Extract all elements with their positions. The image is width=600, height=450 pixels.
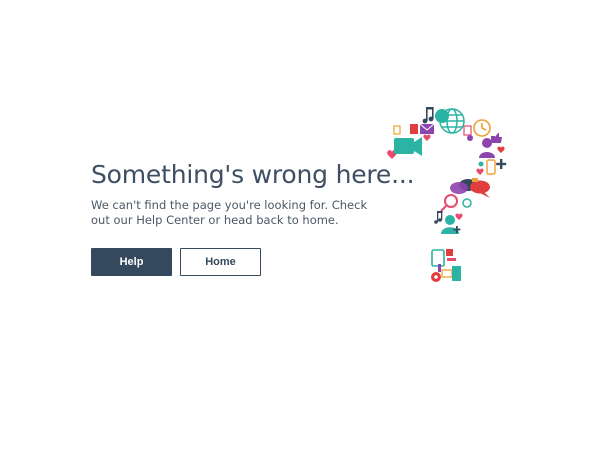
page-title: Something's wrong here...	[91, 160, 415, 189]
camera-icon	[394, 137, 422, 156]
action-buttons: Help Home	[91, 248, 261, 276]
plus-icon	[496, 159, 507, 169]
tablet-icon	[431, 249, 445, 267]
clock-icon	[473, 119, 491, 137]
music-note-icon	[422, 107, 434, 124]
mail-icon	[419, 123, 435, 134]
globe-icon	[439, 108, 465, 134]
search-icon	[440, 194, 458, 212]
help-button[interactable]: Help	[91, 248, 172, 276]
phone-icon	[486, 159, 496, 175]
question-mark-icon	[387, 107, 507, 282]
error-content: Something's wrong here... We can't find …	[91, 158, 415, 228]
error-page: Something's wrong here... We can't find …	[0, 0, 600, 450]
gear-icon	[431, 272, 441, 282]
chat-bubble-icon	[450, 179, 490, 198]
error-message: We can't find the page you're looking fo…	[91, 198, 368, 227]
home-button[interactable]: Home	[180, 248, 261, 276]
thumbs-up-icon	[491, 133, 502, 143]
